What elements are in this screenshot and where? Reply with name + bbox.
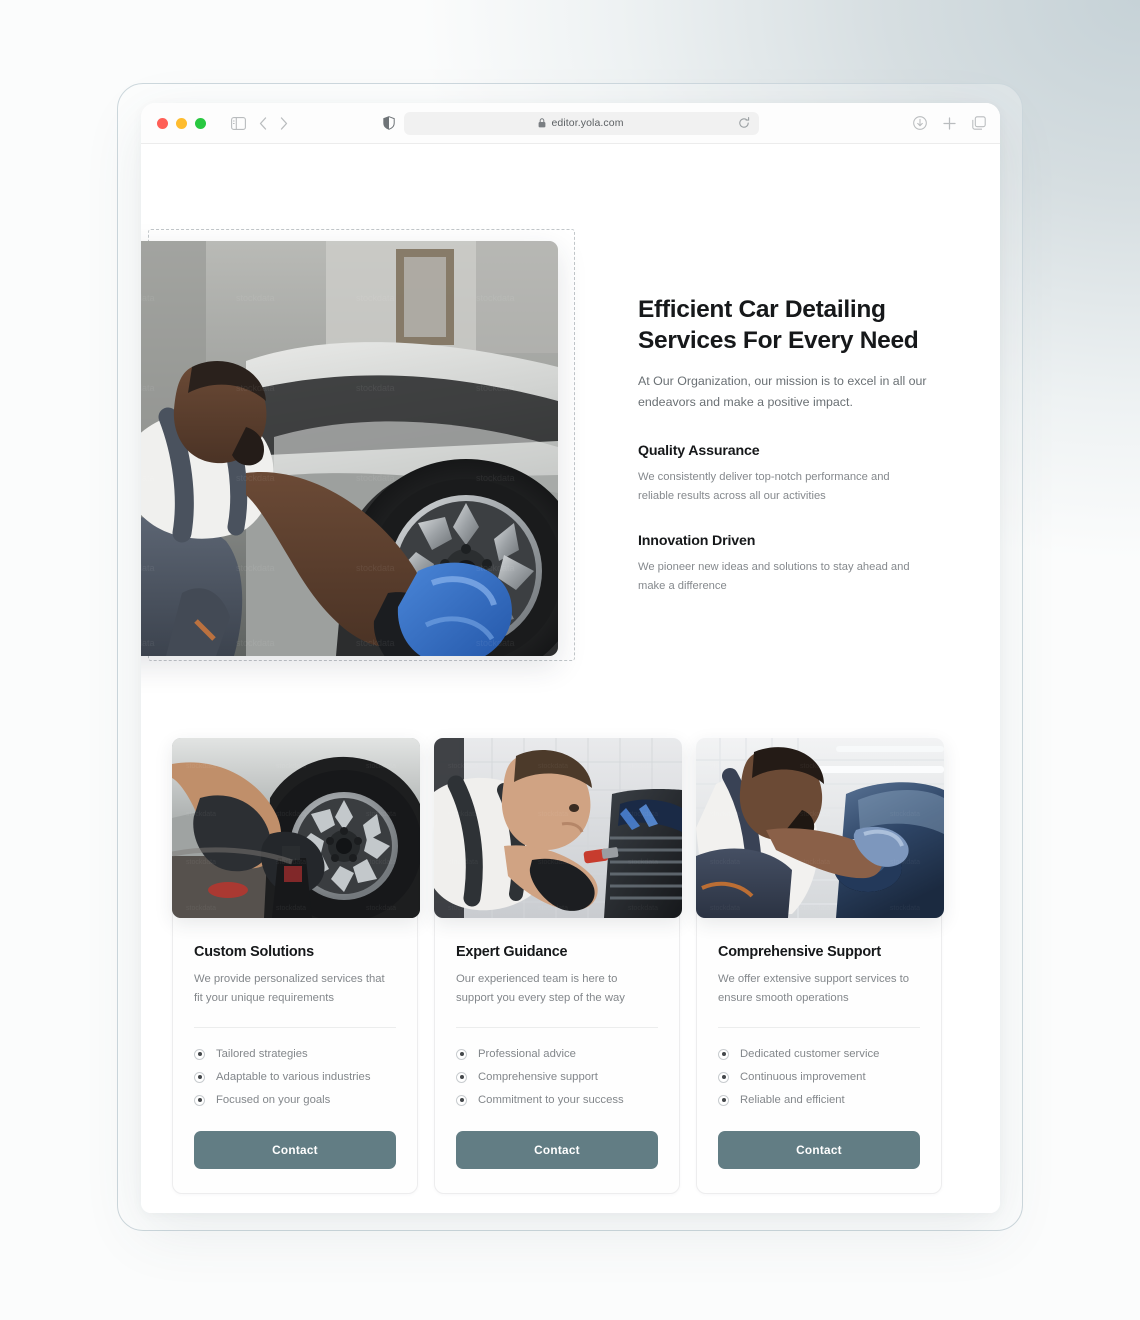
list-item: Tailored strategies xyxy=(194,1043,396,1066)
card-description: Our experienced team is here to support … xyxy=(456,973,625,1004)
card-title: Comprehensive Support xyxy=(718,944,881,960)
feature-title: Quality Assurance xyxy=(638,443,760,460)
bullet-label: Tailored strategies xyxy=(216,1048,308,1060)
hero-feature-quality-assurance: Quality Assurance We consistently delive… xyxy=(638,443,930,507)
list-item: Focused on your goals xyxy=(194,1089,396,1112)
bullet-icon xyxy=(718,1048,729,1060)
service-card-slot: stockdatastockdatastockdata stockdatasto… xyxy=(696,737,944,1194)
card-description: We provide personalized services that fi… xyxy=(194,973,385,1004)
hero-subtitle: At Our Organization, our mission is to e… xyxy=(638,373,927,410)
contact-button[interactable]: Contact xyxy=(456,1130,658,1169)
bullet-icon xyxy=(456,1094,467,1106)
bullet-icon xyxy=(194,1094,205,1106)
card-bullet-list: Tailored strategies Adaptable to various… xyxy=(194,1043,396,1112)
bullet-icon xyxy=(718,1071,729,1083)
service-cards-row: stockdatastockdatastockdata stockdatasto… xyxy=(172,737,967,1194)
card-divider xyxy=(456,1026,658,1028)
card-title: Expert Guidance xyxy=(456,944,568,960)
website-canvas: stockdata stockdata stockdata stockdata st… xyxy=(141,144,1000,1213)
contact-button[interactable]: Contact xyxy=(194,1130,396,1169)
bullet-icon xyxy=(456,1048,467,1060)
bullet-label: Commitment to your success xyxy=(478,1094,624,1106)
card-image[interactable]: stockdatastockdatastockdata stockdatasto… xyxy=(696,738,944,918)
browser-toolbar: editor.yola.com xyxy=(141,103,1000,144)
bullet-label: Comprehensive support xyxy=(478,1071,598,1083)
bullet-icon xyxy=(194,1071,205,1083)
list-item: Reliable and efficient xyxy=(718,1089,920,1112)
browser-window: editor.yola.com stockdata stockdata stoc… xyxy=(141,103,1000,1213)
card-image[interactable]: stockdatastockdatastockdata stockdatasto… xyxy=(172,738,420,918)
hero-image[interactable]: stockdata stockdata stockdata stockdata st… xyxy=(141,241,558,656)
service-card: stockdatastockdatastockdata stockdatasto… xyxy=(434,738,682,1194)
minimize-window-button[interactable] xyxy=(176,117,187,129)
bullet-label: Adaptable to various industries xyxy=(216,1071,371,1083)
lock-icon xyxy=(538,118,546,128)
service-card: stockdatastockdatastockdata stockdatasto… xyxy=(696,738,944,1194)
card-image-placeholder: stockdatastockdatastockdata stockdatasto… xyxy=(434,738,682,918)
card-image[interactable]: stockdatastockdatastockdata stockdatasto… xyxy=(434,738,682,918)
bullet-icon xyxy=(456,1071,467,1083)
card-description: We offer extensive support services to e… xyxy=(718,973,910,1004)
address-bar[interactable]: editor.yola.com xyxy=(403,111,759,135)
bullet-icon xyxy=(194,1048,205,1060)
sidebar-toggle-icon[interactable] xyxy=(231,116,246,130)
list-item: Comprehensive support xyxy=(456,1066,658,1089)
list-item: Dedicated customer service xyxy=(718,1043,920,1066)
new-tab-icon[interactable] xyxy=(943,116,956,130)
service-card-slot: stockdatastockdatastockdata stockdatasto… xyxy=(434,737,682,1194)
reload-icon[interactable] xyxy=(738,117,750,129)
card-image-placeholder: stockdatastockdatastockdata stockdatasto… xyxy=(696,738,944,918)
card-title: Custom Solutions xyxy=(194,944,314,960)
address-bar-url: editor.yola.com xyxy=(551,117,624,129)
hero-title: Efficient Car Detailing Services For Eve… xyxy=(638,296,919,355)
card-image-placeholder: stockdatastockdatastockdata stockdatasto… xyxy=(172,738,420,918)
forward-button-icon[interactable] xyxy=(280,116,288,130)
hero-image-placeholder: stockdata stockdata stockdata stockdata st… xyxy=(141,241,558,656)
feature-title: Innovation Driven xyxy=(638,532,756,549)
bullet-label: Reliable and efficient xyxy=(740,1094,845,1106)
feature-body: We consistently deliver top-notch perfor… xyxy=(638,471,890,503)
shield-icon[interactable] xyxy=(382,116,395,130)
browser-nav-controls xyxy=(231,116,288,130)
bullet-label: Focused on your goals xyxy=(216,1094,331,1106)
bullet-label: Continuous improvement xyxy=(740,1071,866,1083)
hero-text-block: Efficient Car Detailing Services For Eve… xyxy=(638,294,930,596)
back-button-icon[interactable] xyxy=(259,116,267,130)
feature-body: We pioneer new ideas and solutions to st… xyxy=(638,560,910,592)
card-bullet-list: Professional advice Comprehensive suppor… xyxy=(456,1043,658,1112)
bullet-label: Professional advice xyxy=(478,1048,576,1060)
list-item: Continuous improvement xyxy=(718,1066,920,1089)
list-item: Adaptable to various industries xyxy=(194,1066,396,1089)
card-divider xyxy=(718,1026,920,1028)
browser-toolbar-right xyxy=(913,116,986,130)
list-item: Professional advice xyxy=(456,1043,658,1066)
card-divider xyxy=(194,1026,396,1028)
bullet-label: Dedicated customer service xyxy=(740,1048,880,1060)
service-card-slot: stockdatastockdatastockdata stockdatasto… xyxy=(172,737,420,1194)
bullet-icon xyxy=(718,1094,729,1106)
window-traffic-lights xyxy=(157,117,206,129)
tab-overview-icon[interactable] xyxy=(972,116,986,130)
close-window-button[interactable] xyxy=(157,117,168,129)
card-bullet-list: Dedicated customer service Continuous im… xyxy=(718,1043,920,1112)
list-item: Commitment to your success xyxy=(456,1089,658,1112)
contact-button[interactable]: Contact xyxy=(718,1130,920,1169)
hero-feature-innovation-driven: Innovation Driven We pioneer new ideas a… xyxy=(638,533,930,597)
service-card: stockdatastockdatastockdata stockdatasto… xyxy=(172,738,420,1194)
download-icon[interactable] xyxy=(913,116,927,130)
zoom-window-button[interactable] xyxy=(195,117,206,129)
